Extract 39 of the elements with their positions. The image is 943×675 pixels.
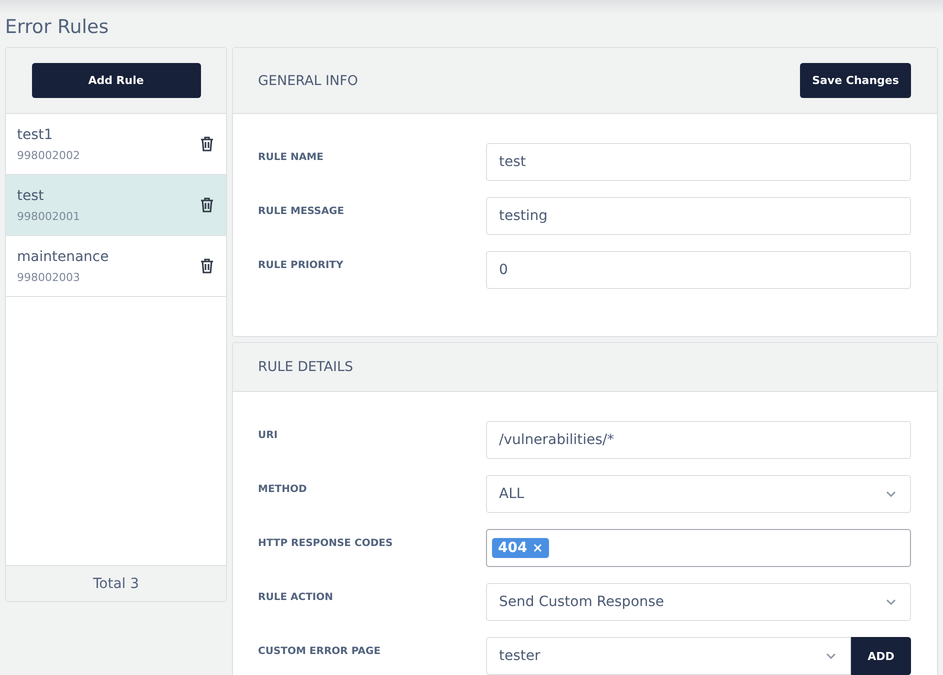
select-value: Send Custom Response [499,594,664,610]
rule-code: 998002002 [17,148,80,162]
field-label: RULE NAME [258,151,324,163]
rule-name: test1 [17,126,54,142]
field-label: HTTP RESPONSE CODES [258,537,394,549]
trash-icon[interactable] [200,136,214,152]
field-label: URI [258,429,279,441]
save-changes-button[interactable]: Save Changes [800,63,911,98]
input-field[interactable]: /vulnerabilities/* [486,421,911,459]
field-label: RULE ACTION [258,591,334,603]
section-title: GENERAL INFO [258,72,358,88]
input-field[interactable]: test [486,143,911,181]
chevron-down-icon [886,599,896,605]
rule-name: test [17,188,45,204]
select-field[interactable]: Send Custom Response [486,583,911,621]
select-field[interactable]: tester [486,637,851,675]
trash-icon[interactable] [200,258,214,274]
add-button[interactable]: ADD [851,637,911,675]
trash-icon[interactable] [200,197,214,213]
section-title: RULE DETAILS [258,359,354,375]
chevron-down-icon [826,653,836,659]
input-field[interactable]: 0 [486,251,911,289]
tag-text: 404 [498,540,528,556]
add-rule-button[interactable]: Add Rule [32,63,200,98]
select-field[interactable]: ALL [486,475,911,513]
field-label: CUSTOM ERROR PAGE [258,645,382,657]
chevron-down-icon [886,491,896,497]
select-value: ALL [499,486,524,502]
page-title: Error Rules [5,15,110,40]
field-label: RULE MESSAGE [258,205,346,217]
total-count: Total 3 [6,565,226,601]
rule-code: 998002003 [17,270,81,284]
field-label: METHOD [258,483,308,495]
input-field[interactable]: testing [486,197,911,235]
select-value: tester [499,648,540,664]
rule-code: 998002001 [17,210,80,222]
field-label: RULE PRIORITY [258,259,344,271]
rule-list-item[interactable]: test 998002001 [6,175,226,236]
rule-name: maintenance [17,248,109,264]
